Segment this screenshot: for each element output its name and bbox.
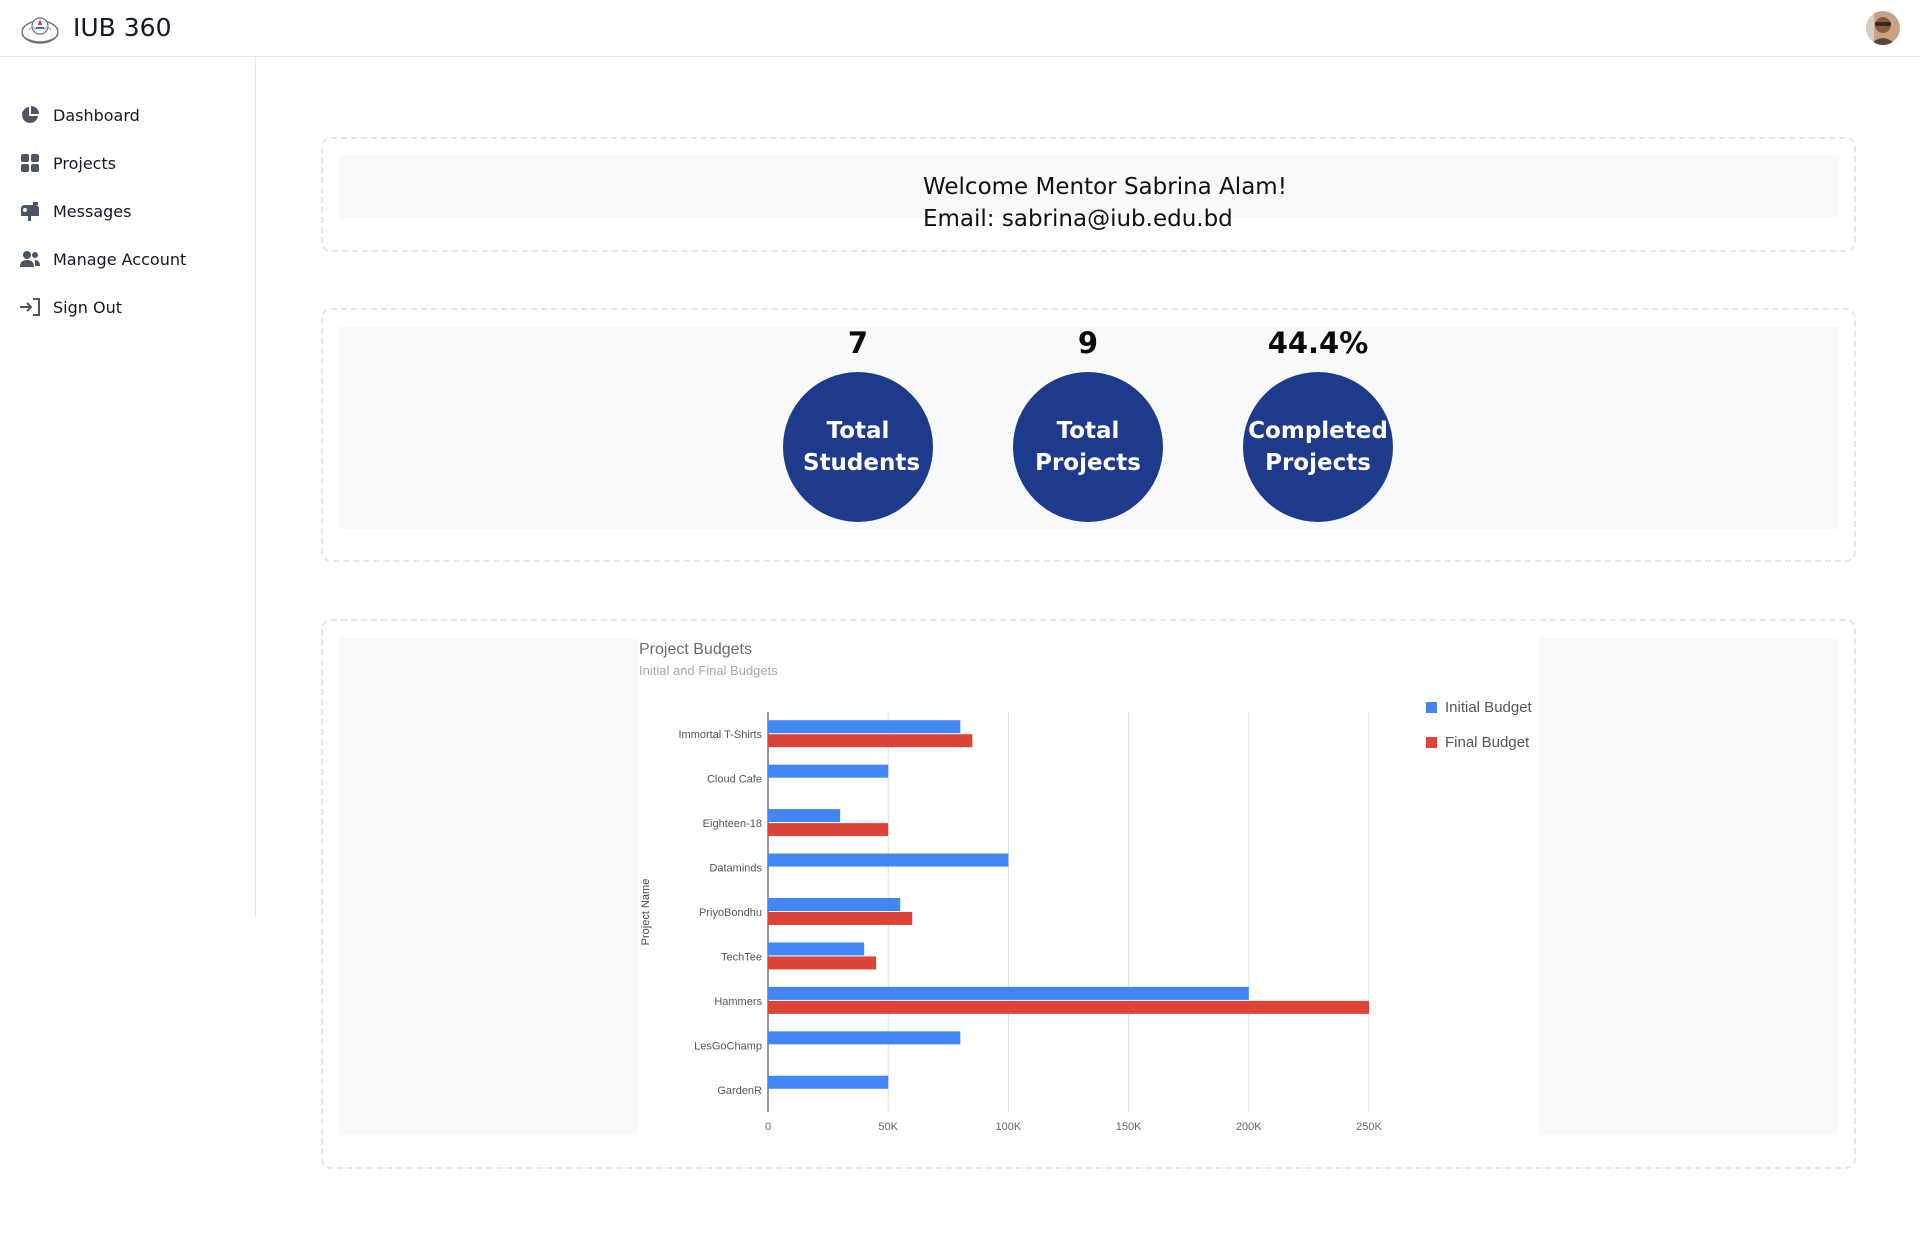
app-title: IUB 360 [73, 13, 172, 42]
y-tick-label: Dataminds [709, 863, 762, 875]
bar-initial-budget [768, 1075, 889, 1089]
bar-initial-budget [768, 809, 841, 823]
sidebar-item-label: Messages [53, 201, 132, 221]
users-icon [19, 248, 41, 270]
stat-completed-projects: 44.4% Completed Projects [1243, 326, 1393, 522]
legend-swatch [1426, 737, 1437, 748]
user-avatar[interactable] [1866, 11, 1900, 45]
y-tick-label: PriyoBondhu [699, 907, 762, 919]
stat-label: Total Projects [1035, 418, 1141, 476]
sidebar-item-messages[interactable]: Messages [19, 196, 131, 226]
sidebar: Dashboard Projects Messages Manage Accou… [0, 57, 256, 917]
stat-label: Completed Projects [1248, 418, 1388, 476]
bar-final-budget [768, 912, 913, 925]
y-tick-label: GardenR [717, 1085, 762, 1097]
welcome-email: Email: sabrina@iub.edu.bd [923, 206, 1233, 232]
stat-value: 7 [847, 326, 869, 360]
stat-value: 9 [1077, 326, 1099, 360]
y-tick-label: Immortal T-Shirts [678, 729, 762, 741]
project-budgets-chart: Project Budgets Initial and Final Budget… [639, 637, 1539, 1135]
sidebar-item-manage-account[interactable]: Manage Account [19, 244, 186, 274]
stat-value: 44.4% [1267, 326, 1369, 360]
grid-icon [19, 152, 41, 174]
sidebar-item-sign-out[interactable]: Sign Out [19, 292, 122, 322]
pie-chart-icon [19, 104, 41, 126]
welcome-panel: Welcome Mentor Sabrina Alam! Email: sabr… [321, 137, 1856, 252]
x-tick-label: 150K [1116, 1121, 1142, 1133]
bar-initial-budget [768, 1031, 961, 1045]
bar-initial-budget [768, 898, 901, 911]
bar-initial-budget [768, 853, 1009, 867]
y-tick-label: Cloud Cafe [707, 774, 762, 786]
chart-canvas: 0 50K 100K 150K 200K 250K Project Name Immortal… [640, 699, 1533, 1133]
bar-final-budget [768, 1000, 1369, 1014]
stat-circle: Completed Projects [1243, 372, 1393, 522]
y-axis-label: Project Name [640, 879, 652, 946]
chart-card: Project Budgets Initial and Final Budget… [339, 637, 1839, 1135]
welcome-greeting: Welcome Mentor Sabrina Alam! [923, 174, 1287, 200]
y-tick-label: TechTee [721, 951, 762, 963]
stats-card: 7 Total Students 9 Total Projects 44.4% … [339, 326, 1839, 529]
stat-circle: Total Students [783, 372, 933, 522]
y-tick-label: LesGoChamp [694, 1040, 762, 1052]
x-tick-label: 200K [1236, 1121, 1262, 1133]
bar-initial-budget [768, 720, 961, 734]
sidebar-item-label: Dashboard [53, 105, 140, 125]
x-tick-label: 250K [1356, 1121, 1382, 1133]
mailbox-icon [19, 200, 41, 222]
bar-initial-budget [768, 986, 1249, 1000]
welcome-card: Welcome Mentor Sabrina Alam! Email: sabr… [339, 155, 1839, 232]
x-tick-label: 50K [878, 1121, 898, 1133]
sign-out-icon [19, 296, 41, 318]
y-tick-label: Eighteen-18 [703, 818, 762, 830]
bar-final-budget [768, 823, 889, 837]
stat-total-projects: 9 Total Projects [1013, 326, 1163, 522]
stats-panel: 7 Total Students 9 Total Projects 44.4% … [321, 308, 1856, 562]
top-bar: IUB 360 [0, 0, 1920, 57]
bar-final-budget [768, 956, 877, 970]
bar-final-budget [768, 734, 973, 748]
bar-initial-budget [768, 764, 889, 778]
legend-swatch [1426, 702, 1437, 713]
sidebar-item-label: Manage Account [53, 249, 187, 269]
bar-initial-budget [768, 942, 865, 956]
legend-label: Initial Budget [1445, 699, 1533, 716]
sidebar-item-label: Projects [53, 153, 117, 173]
stat-label: Total Students [803, 418, 921, 476]
sidebar-item-label: Sign Out [53, 297, 122, 317]
university-logo[interactable] [19, 10, 61, 46]
welcome-text: Welcome Mentor Sabrina Alam! Email: sabr… [923, 171, 1287, 235]
sidebar-item-dashboard[interactable]: Dashboard [19, 100, 140, 130]
chart-panel: Project Budgets Initial and Final Budget… [321, 619, 1856, 1169]
stat-circle: Total Projects [1013, 372, 1163, 522]
x-tick-label: 100K [996, 1121, 1022, 1133]
stat-total-students: 7 Total Students [783, 326, 933, 522]
legend-label: Final Budget [1445, 734, 1530, 751]
y-tick-label: Hammers [714, 996, 762, 1008]
x-tick-label: 0 [765, 1121, 771, 1133]
sidebar-item-projects[interactable]: Projects [19, 148, 116, 178]
